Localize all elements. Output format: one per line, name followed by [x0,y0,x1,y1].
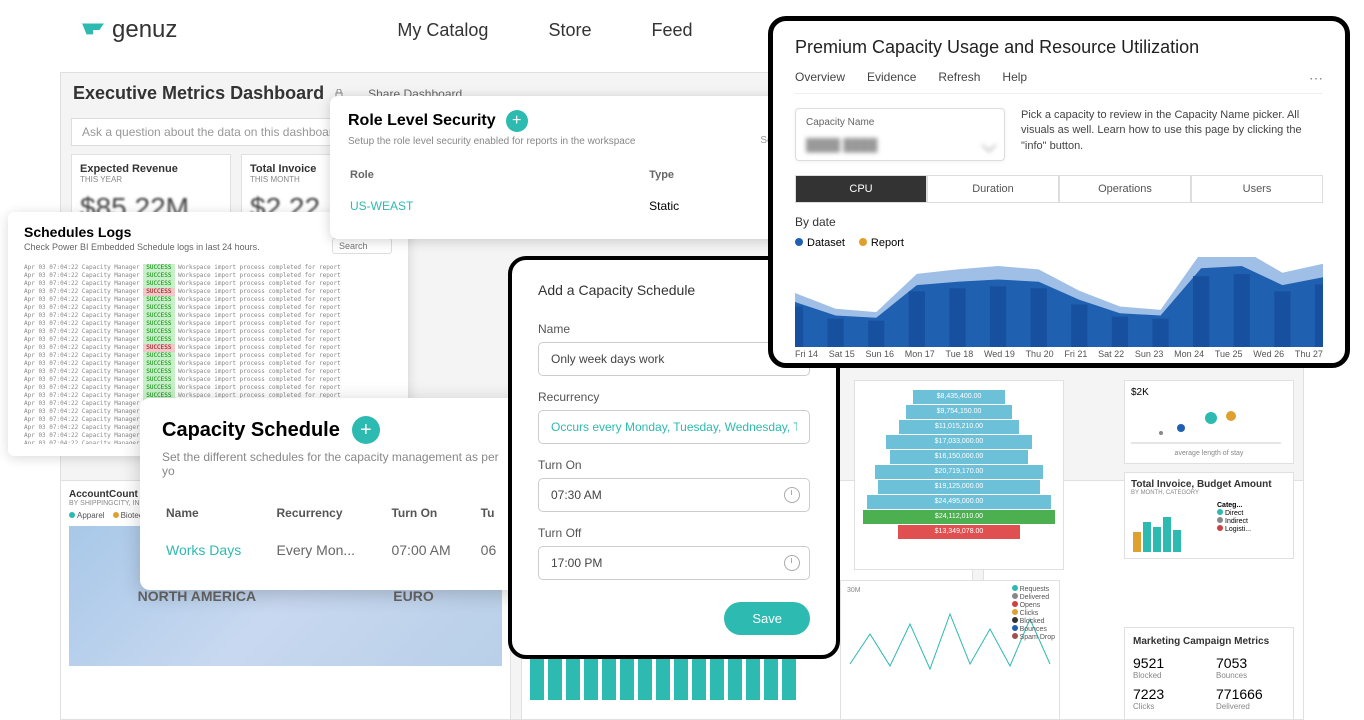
rls-title: Role Level Security [348,112,496,130]
requests-line-chart: 30M RequestsDeliveredOpensClicksBlockedB… [840,580,1060,720]
nav-link-catalog[interactable]: My Catalog [397,20,488,41]
more-icon[interactable]: ⋯ [1309,70,1323,87]
funnel-chart: $8,435,400.00$9,754,150.00$11,015,210.00… [854,380,1064,570]
area-chart [795,257,1323,347]
rls-subtitle: Setup the role level security enabled fo… [348,136,792,147]
by-date-label: By date [795,215,1323,229]
tab-duration[interactable]: Duration [927,175,1059,203]
recurrency-field[interactable] [538,410,810,444]
tab-refresh[interactable]: Refresh [938,70,980,87]
turn-on-field[interactable] [538,478,810,512]
tab-cpu[interactable]: CPU [795,175,927,203]
tab-operations[interactable]: Operations [1059,175,1191,203]
role-level-security-card: Role Level Security + Setup the role lev… [330,96,810,239]
nav-links: My Catalog Store Feed [397,20,692,41]
premium-help-text: Pick a capacity to review in the Capacit… [1021,108,1323,154]
turn-on-label: Turn On [538,458,810,472]
dashboard-title: Executive Metrics Dashboard [73,83,324,104]
x-axis-labels: Fri 14Sat 15Sun 16Mon 17Tue 18Wed 19Thu … [795,349,1323,359]
capacity-schedule-card: Capacity Schedule + Set the different sc… [140,398,530,590]
logo-text: genuz [112,16,177,44]
logo-icon [80,17,106,43]
clock-icon[interactable] [784,555,800,571]
metric-tabs: CPU Duration Operations Users [795,175,1323,203]
capacity-title: Capacity Schedule [162,419,340,442]
premium-tabs: Overview Evidence Refresh Help ⋯ [795,70,1323,94]
turn-off-label: Turn Off [538,526,810,540]
nav-link-feed[interactable]: Feed [651,20,692,41]
tab-evidence[interactable]: Evidence [867,70,916,87]
right-cards: $2K average length of stay Total Invoice… [1124,380,1294,567]
table-row[interactable]: US-WEASTStatic [350,189,790,223]
add-schedule-button[interactable]: + [352,416,380,444]
scatter-chart: $2K average length of stay [1124,380,1294,464]
rls-table: RoleType US-WEASTStatic [348,161,792,225]
tab-help[interactable]: Help [1002,70,1027,87]
premium-title: Premium Capacity Usage and Resource Util… [795,37,1323,58]
tab-overview[interactable]: Overview [795,70,845,87]
chevron-down-icon [982,138,996,152]
logo[interactable]: genuz [80,16,177,44]
nav-link-store[interactable]: Store [548,20,591,41]
invoice-chart: Total Invoice, Budget Amount BY MONTH, C… [1124,472,1294,559]
capacity-table: Name Recurrency Turn On Tu Works Days Ev… [162,498,508,572]
turn-off-field[interactable] [538,546,810,580]
tab-users[interactable]: Users [1191,175,1323,203]
premium-capacity-card: Premium Capacity Usage and Resource Util… [768,16,1350,368]
marketing-metrics-card: Marketing Campaign Metrics 9521Blocked70… [1124,627,1294,720]
table-row[interactable]: Works Days Every Mon... 07:00 AM 06 [162,528,508,572]
save-button[interactable]: Save [724,602,810,635]
capacity-subtitle: Set the different schedules for the capa… [162,450,508,478]
recurrency-label: Recurrency [538,390,810,404]
chart-legend: Dataset Report [795,237,1323,249]
capacity-name-picker[interactable]: Capacity Name ████ ████ [795,108,1005,161]
clock-icon[interactable] [784,487,800,503]
add-role-button[interactable]: + [506,110,528,132]
logs-search-input[interactable] [332,238,392,254]
